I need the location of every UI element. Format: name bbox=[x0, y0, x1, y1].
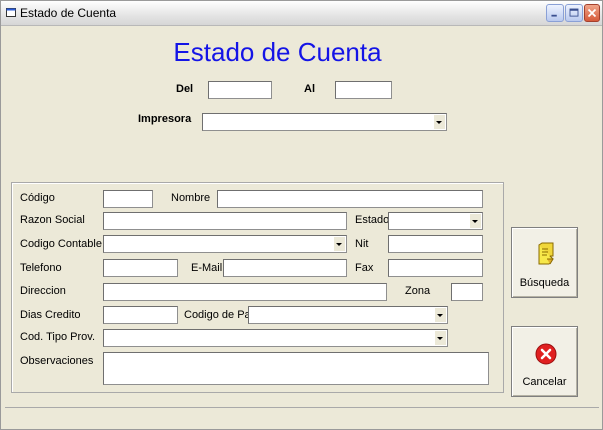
cod-tipo-prov-select[interactable] bbox=[103, 329, 448, 347]
zona-label: Zona bbox=[405, 285, 431, 297]
telefono-input[interactable] bbox=[103, 259, 178, 277]
codigo-input[interactable] bbox=[103, 190, 153, 208]
nombre-input[interactable] bbox=[217, 190, 483, 208]
del-label: Del bbox=[176, 83, 194, 95]
email-input[interactable] bbox=[223, 259, 347, 277]
observaciones-textarea[interactable] bbox=[103, 352, 489, 385]
impresora-select[interactable] bbox=[202, 113, 447, 131]
minimize-button[interactable] bbox=[546, 4, 564, 22]
busqueda-label: Búsqueda bbox=[519, 277, 570, 289]
chevron-down-icon[interactable] bbox=[435, 308, 446, 322]
nit-label: Nit bbox=[355, 238, 369, 250]
estado-cuenta-window: Estado de Cuenta Estado de Cuenta Del Al… bbox=[0, 0, 603, 430]
direccion-label: Direccion bbox=[20, 285, 66, 297]
codigo-label: Código bbox=[20, 192, 55, 204]
busqueda-button[interactable]: Búsqueda bbox=[511, 227, 578, 298]
close-button[interactable] bbox=[584, 4, 600, 22]
minimize-icon bbox=[551, 14, 557, 17]
nombre-label: Nombre bbox=[171, 192, 211, 204]
dias-credito-input[interactable] bbox=[103, 306, 178, 324]
observaciones-label: Observaciones bbox=[20, 355, 94, 367]
close-icon bbox=[587, 8, 597, 18]
del-input[interactable] bbox=[208, 81, 272, 99]
dias-credito-label: Dias Credito bbox=[20, 309, 81, 321]
maximize-icon bbox=[569, 8, 579, 17]
email-label: E-Mail bbox=[191, 262, 223, 274]
maximize-button[interactable] bbox=[565, 4, 583, 22]
title-bar[interactable]: Estado de Cuenta bbox=[1, 1, 602, 26]
chevron-down-icon[interactable] bbox=[334, 237, 345, 251]
codigo-contable-select[interactable] bbox=[103, 235, 347, 253]
cancelar-button[interactable]: Cancelar bbox=[511, 326, 578, 397]
status-bar bbox=[5, 407, 599, 426]
al-label: Al bbox=[304, 83, 315, 95]
al-input[interactable] bbox=[335, 81, 392, 99]
codigo-contable-label: Codigo Contable bbox=[20, 238, 102, 250]
cancelar-label: Cancelar bbox=[522, 376, 567, 388]
razon-social-label: Razon Social bbox=[20, 214, 85, 226]
app-icon bbox=[6, 8, 16, 17]
telefono-label: Telefono bbox=[20, 262, 62, 274]
estado-label: Estado bbox=[355, 214, 390, 226]
page-title: Estado de Cuenta bbox=[173, 37, 382, 67]
zona-input[interactable] bbox=[451, 283, 483, 301]
chevron-down-icon[interactable] bbox=[470, 214, 481, 228]
fax-label: Fax bbox=[355, 262, 374, 274]
cod-tipo-prov-label: Cod. Tipo Prov. bbox=[20, 331, 95, 343]
chevron-down-icon[interactable] bbox=[434, 115, 445, 129]
cancel-x-icon bbox=[535, 343, 557, 365]
codigo-pais-select[interactable] bbox=[248, 306, 448, 324]
notepad-search-icon bbox=[538, 242, 554, 265]
estado-select[interactable] bbox=[388, 212, 483, 230]
window-title: Estado de Cuenta bbox=[20, 6, 117, 20]
chevron-down-icon[interactable] bbox=[435, 331, 446, 345]
direccion-input[interactable] bbox=[103, 283, 387, 301]
razon-social-input[interactable] bbox=[103, 212, 347, 230]
impresora-label: Impresora bbox=[138, 113, 192, 125]
fax-input[interactable] bbox=[388, 259, 483, 277]
nit-input[interactable] bbox=[388, 235, 483, 253]
